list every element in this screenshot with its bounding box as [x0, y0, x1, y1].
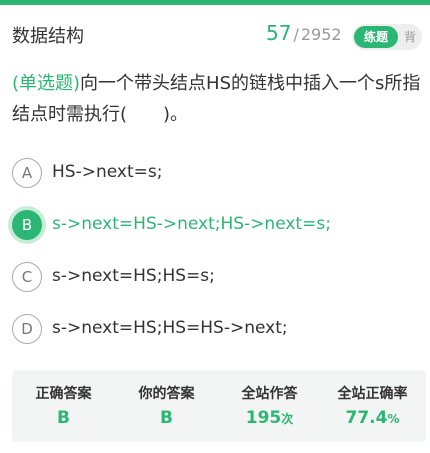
subject-title: 数据结构	[12, 26, 84, 47]
stat-accuracy: 全站正确率 77.4%	[321, 370, 424, 442]
accuracy-value: 77.4%	[321, 408, 424, 428]
attempts-number: 195	[245, 408, 282, 428]
stat-attempts: 全站作答 195次	[218, 370, 321, 442]
answer-stats-panel: 正确答案 B 你的答案 B 全站作答 195次 全站正确率 77.4%	[12, 370, 426, 442]
option-c-text: s->next=HS;HS=s;	[52, 266, 215, 286]
accuracy-number: 77.4	[345, 408, 388, 428]
attempts-value: 195次	[218, 408, 321, 428]
header: 数据结构 57/2952 练题 背	[0, 5, 430, 57]
question-type-label: (单选题)	[12, 73, 81, 94]
stat-correct-answer: 正确答案 B	[12, 370, 115, 442]
question-counter: 57/2952	[266, 21, 342, 45]
option-d-text: s->next=HS;HS=HS->next;	[52, 318, 288, 338]
option-a-text: HS->next=s;	[52, 162, 163, 182]
stat-your-answer: 你的答案 B	[115, 370, 218, 442]
current-question-number: 57	[266, 21, 292, 45]
option-d[interactable]: D s->next=HS;HS=HS->next;	[12, 309, 422, 349]
attempts-label: 全站作答	[241, 386, 298, 402]
option-b[interactable]: B s->next=HS->next;HS->next=s;	[12, 205, 422, 245]
question-stem: (单选题)向一个带头结点HS的链栈中插入一个s所指结点时需执行( )。	[12, 68, 426, 130]
your-answer-label: 你的答案	[138, 386, 195, 402]
total-question-count: 2952	[300, 25, 342, 44]
option-c-badge[interactable]: C	[12, 262, 42, 292]
option-b-badge-selected[interactable]: B	[12, 210, 42, 240]
mode-memorize-button[interactable]: 背	[404, 26, 420, 48]
correct-answer-value: B	[57, 408, 70, 428]
your-answer-value: B	[160, 408, 173, 428]
counter-separator: /	[293, 25, 299, 44]
option-c[interactable]: C s->next=HS;HS=s;	[12, 257, 422, 297]
accuracy-label: 全站正确率	[337, 386, 408, 402]
correct-answer-label: 正确答案	[35, 386, 92, 402]
attempts-unit: 次	[281, 412, 294, 426]
accuracy-unit: %	[387, 412, 400, 426]
option-a[interactable]: A HS->next=s;	[12, 153, 422, 193]
mode-toggle[interactable]: 练题 背	[352, 24, 422, 50]
option-d-badge[interactable]: D	[12, 314, 42, 344]
option-b-text: s->next=HS->next;HS->next=s;	[52, 214, 331, 234]
option-a-badge[interactable]: A	[12, 158, 42, 188]
mode-practice-button[interactable]: 练题	[354, 26, 398, 48]
